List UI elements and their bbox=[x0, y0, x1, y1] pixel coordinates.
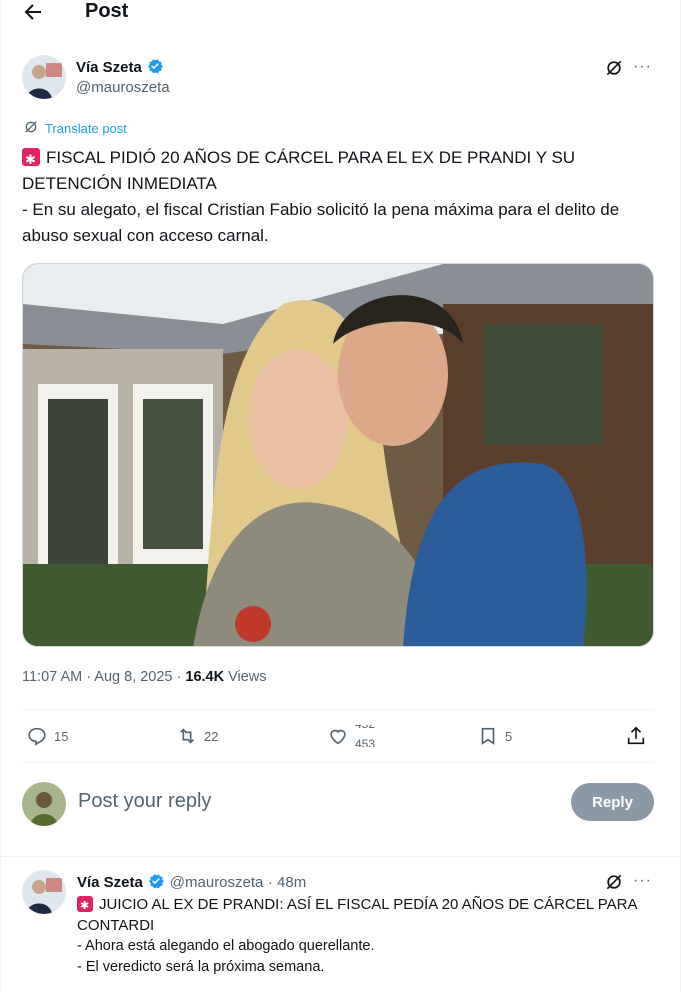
bookmark-icon bbox=[481, 727, 495, 745]
author-handle[interactable]: @mauroszeta bbox=[76, 79, 170, 96]
post-headline: FISCAL PIDIÓ 20 AÑOS DE CÁRCEL PARA EL E… bbox=[22, 148, 576, 193]
repost-count: 22 bbox=[204, 728, 219, 744]
post-body: - En su alegato, el fiscal Cristian Fabi… bbox=[22, 200, 620, 245]
reply-text: JUICIO AL EX DE PRANDI: ASÍ EL FISCAL PE… bbox=[77, 894, 647, 978]
author-name[interactable]: Vía Szeta bbox=[76, 59, 142, 76]
translate-icon bbox=[23, 119, 39, 138]
post-time: 11:07 AM · Aug 8, 2025 · bbox=[22, 669, 186, 685]
arrow-left-icon[interactable] bbox=[21, 0, 45, 24]
grok-icon[interactable] bbox=[604, 872, 624, 892]
like-count: 453 bbox=[355, 737, 376, 747]
police-light-icon bbox=[22, 147, 40, 173]
user-avatar[interactable] bbox=[22, 782, 66, 826]
reply-author-avatar[interactable] bbox=[22, 870, 66, 914]
reply-line-1: - Ahora está alegando el abogado querell… bbox=[77, 938, 375, 954]
reply-author-name[interactable]: Vía Szeta bbox=[77, 874, 143, 891]
verified-badge-icon bbox=[146, 57, 164, 75]
reply-count: 15 bbox=[54, 728, 69, 744]
repost-icon bbox=[179, 728, 195, 744]
grok-icon[interactable] bbox=[604, 58, 624, 78]
page-title: Post bbox=[85, 0, 129, 22]
share-action[interactable] bbox=[625, 725, 647, 747]
heart-icon bbox=[330, 729, 346, 745]
bookmark-action[interactable]: 5 bbox=[477, 725, 512, 747]
repost-action[interactable]: 22 bbox=[176, 725, 218, 747]
reply-composer: Post your reply Reply bbox=[22, 780, 654, 828]
translate-link[interactable]: Translate post bbox=[23, 119, 127, 138]
reply-author-handle[interactable]: @mauroszeta bbox=[170, 874, 264, 891]
post-timestamp[interactable]: 11:07 AM · Aug 8, 2025 · 16.4K Views bbox=[22, 669, 267, 685]
reply-age[interactable]: · 48m bbox=[268, 874, 306, 891]
reply-input[interactable]: Post your reply bbox=[78, 790, 211, 813]
post-photo[interactable] bbox=[22, 263, 654, 647]
police-light-icon bbox=[77, 896, 93, 917]
like-count-previous: 452 bbox=[355, 725, 375, 731]
page-header: Post bbox=[1, 0, 681, 26]
post-page: Post Vía Szeta @mauroszeta ··· Translate… bbox=[0, 0, 681, 992]
reply-line-2: - El veredicto será la próxima semana. bbox=[77, 959, 325, 975]
like-count-roller: 452 453 bbox=[355, 725, 385, 747]
bookmark-count: 5 bbox=[505, 728, 513, 744]
like-action[interactable]: 452 453 bbox=[327, 725, 385, 747]
views-label: Views bbox=[224, 669, 267, 685]
divider bbox=[1, 856, 681, 857]
author-avatar[interactable] bbox=[22, 55, 66, 99]
reply-button[interactable]: Reply bbox=[571, 783, 654, 821]
views-count: 16.4K bbox=[185, 669, 225, 685]
share-icon bbox=[627, 726, 645, 745]
reply-headline: JUICIO AL EX DE PRANDI: ASÍ EL FISCAL PE… bbox=[77, 896, 637, 934]
more-options-icon[interactable]: ··· bbox=[633, 872, 652, 890]
verified-badge-icon bbox=[147, 872, 165, 890]
more-options-icon[interactable]: ··· bbox=[633, 58, 652, 76]
post-text: FISCAL PIDIÓ 20 AÑOS DE CÁRCEL PARA EL E… bbox=[22, 145, 652, 249]
translate-label: Translate post bbox=[45, 121, 127, 136]
reply-action[interactable]: 15 bbox=[26, 725, 68, 747]
reply-icon bbox=[28, 727, 46, 746]
divider bbox=[22, 762, 654, 763]
divider bbox=[22, 709, 654, 710]
